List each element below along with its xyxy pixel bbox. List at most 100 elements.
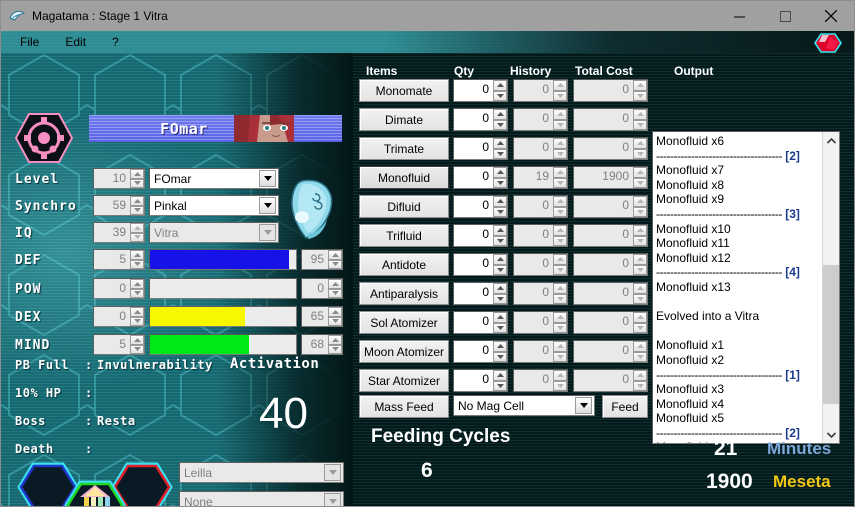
item-button-moon-atomizer[interactable]: Moon Atomizer bbox=[359, 340, 449, 363]
mass-feed-select[interactable]: No Mag Cell bbox=[453, 395, 595, 416]
level-stepper-arrows[interactable] bbox=[130, 169, 144, 188]
iq-stepper[interactable]: 39 bbox=[93, 222, 145, 243]
chevron-up-icon[interactable] bbox=[823, 132, 840, 149]
stepper-up-icon[interactable] bbox=[633, 341, 647, 352]
stepper-down-icon[interactable] bbox=[633, 265, 647, 276]
stepper-up-icon[interactable] bbox=[553, 283, 567, 294]
qty-stepper-star-atomizer[interactable]: 0 bbox=[453, 369, 508, 392]
stepper-up-icon[interactable] bbox=[553, 370, 567, 381]
stepper-down-icon[interactable] bbox=[130, 289, 144, 299]
item-button-trifluid[interactable]: Trifluid bbox=[359, 224, 449, 247]
stepper-up-icon[interactable] bbox=[633, 370, 647, 381]
stepper-up-icon[interactable] bbox=[130, 279, 144, 289]
item-button-trimate[interactable]: Trimate bbox=[359, 137, 449, 160]
stepper-up-icon[interactable] bbox=[328, 250, 342, 260]
stepper-down-icon[interactable] bbox=[130, 345, 144, 355]
stepper-up-icon[interactable] bbox=[633, 312, 647, 323]
stepper-up-icon[interactable] bbox=[328, 279, 342, 289]
stepper-up-icon[interactable] bbox=[633, 283, 647, 294]
stepper-down-icon[interactable] bbox=[633, 149, 647, 160]
stepper-down-icon[interactable] bbox=[633, 323, 647, 334]
stepper-up-icon[interactable] bbox=[493, 312, 507, 323]
stepper-up-icon[interactable] bbox=[493, 225, 507, 236]
chevron-down-icon[interactable] bbox=[259, 224, 276, 241]
qty-arrows-antidote[interactable] bbox=[493, 254, 507, 275]
history-stepper-trifluid[interactable]: 0 bbox=[513, 224, 568, 247]
stepper-down-icon[interactable] bbox=[493, 265, 507, 276]
menu-item-help[interactable]: ? bbox=[103, 31, 128, 53]
history-arrows-star-atomizer[interactable] bbox=[553, 370, 567, 391]
dex-level-stepper[interactable]: 0 bbox=[93, 306, 145, 327]
stepper-up-icon[interactable] bbox=[130, 335, 144, 345]
stepper-down-icon[interactable] bbox=[493, 149, 507, 160]
history-stepper-difluid[interactable]: 0 bbox=[513, 195, 568, 218]
history-stepper-star-atomizer[interactable]: 0 bbox=[513, 369, 568, 392]
pow-stepper-arrows[interactable] bbox=[130, 279, 144, 298]
stepper-down-icon[interactable] bbox=[553, 352, 567, 363]
item-button-antidote[interactable]: Antidote bbox=[359, 253, 449, 276]
mind-max-arrows[interactable] bbox=[328, 335, 342, 354]
dex-max-stepper[interactable]: 65 bbox=[301, 306, 343, 327]
stepper-down-icon[interactable] bbox=[633, 178, 647, 189]
maximize-icon[interactable] bbox=[762, 1, 808, 31]
qty-stepper-difluid[interactable]: 0 bbox=[453, 195, 508, 218]
stepper-up-icon[interactable] bbox=[633, 254, 647, 265]
chevron-down-icon[interactable] bbox=[324, 493, 341, 507]
cost-stepper-monofluid[interactable]: 1900 bbox=[573, 166, 648, 189]
stepper-up-icon[interactable] bbox=[633, 138, 647, 149]
stepper-up-icon[interactable] bbox=[633, 196, 647, 207]
stepper-down-icon[interactable] bbox=[553, 381, 567, 392]
qty-arrows-trimate[interactable] bbox=[493, 138, 507, 159]
close-icon[interactable] bbox=[808, 1, 854, 31]
qty-stepper-trimate[interactable]: 0 bbox=[453, 137, 508, 160]
stepper-up-icon[interactable] bbox=[553, 341, 567, 352]
stepper-down-icon[interactable] bbox=[493, 120, 507, 131]
cost-arrows-dimate[interactable] bbox=[633, 109, 647, 130]
stepper-up-icon[interactable] bbox=[553, 225, 567, 236]
cost-arrows-moon-atomizer[interactable] bbox=[633, 341, 647, 362]
stepper-up-icon[interactable] bbox=[493, 80, 507, 91]
red-gem-icon[interactable] bbox=[814, 33, 842, 53]
stepper-up-icon[interactable] bbox=[328, 335, 342, 345]
qty-stepper-sol-atomizer[interactable]: 0 bbox=[453, 311, 508, 334]
mind-max-stepper[interactable]: 68 bbox=[301, 334, 343, 355]
cost-stepper-star-atomizer[interactable]: 0 bbox=[573, 369, 648, 392]
cost-stepper-monomate[interactable]: 0 bbox=[573, 79, 648, 102]
pow-level-stepper[interactable]: 0 bbox=[93, 278, 145, 299]
history-stepper-monofluid[interactable]: 19 bbox=[513, 166, 568, 189]
history-arrows-moon-atomizer[interactable] bbox=[553, 341, 567, 362]
pow-max-stepper[interactable]: 0 bbox=[301, 278, 343, 299]
stepper-down-icon[interactable] bbox=[493, 381, 507, 392]
stepper-down-icon[interactable] bbox=[493, 352, 507, 363]
level-stepper[interactable]: 10 bbox=[93, 168, 145, 189]
scrollbar-thumb[interactable] bbox=[823, 265, 840, 404]
qty-stepper-moon-atomizer[interactable]: 0 bbox=[453, 340, 508, 363]
item-button-difluid[interactable]: Difluid bbox=[359, 195, 449, 218]
qty-stepper-trifluid[interactable]: 0 bbox=[453, 224, 508, 247]
stepper-down-icon[interactable] bbox=[493, 91, 507, 102]
stepper-down-icon[interactable] bbox=[130, 179, 144, 189]
cost-arrows-antiparalysis[interactable] bbox=[633, 283, 647, 304]
history-stepper-monomate[interactable]: 0 bbox=[513, 79, 568, 102]
history-arrows-difluid[interactable] bbox=[553, 196, 567, 217]
qty-arrows-trifluid[interactable] bbox=[493, 225, 507, 246]
qty-arrows-difluid[interactable] bbox=[493, 196, 507, 217]
stepper-up-icon[interactable] bbox=[553, 254, 567, 265]
chevron-down-icon[interactable] bbox=[575, 397, 592, 414]
cost-arrows-monofluid[interactable] bbox=[633, 167, 647, 188]
history-stepper-dimate[interactable]: 0 bbox=[513, 108, 568, 131]
stepper-down-icon[interactable] bbox=[493, 294, 507, 305]
stepper-down-icon[interactable] bbox=[553, 207, 567, 218]
stepper-down-icon[interactable] bbox=[493, 207, 507, 218]
stepper-down-icon[interactable] bbox=[553, 294, 567, 305]
stepper-down-icon[interactable] bbox=[633, 294, 647, 305]
cost-stepper-antiparalysis[interactable]: 0 bbox=[573, 282, 648, 305]
history-arrows-monomate[interactable] bbox=[553, 80, 567, 101]
stepper-down-icon[interactable] bbox=[328, 289, 342, 299]
stepper-down-icon[interactable] bbox=[633, 91, 647, 102]
stepper-down-icon[interactable] bbox=[553, 323, 567, 334]
mind-stepper-arrows[interactable] bbox=[130, 335, 144, 354]
qty-arrows-monomate[interactable] bbox=[493, 80, 507, 101]
stepper-up-icon[interactable] bbox=[553, 167, 567, 178]
qty-arrows-star-atomizer[interactable] bbox=[493, 370, 507, 391]
